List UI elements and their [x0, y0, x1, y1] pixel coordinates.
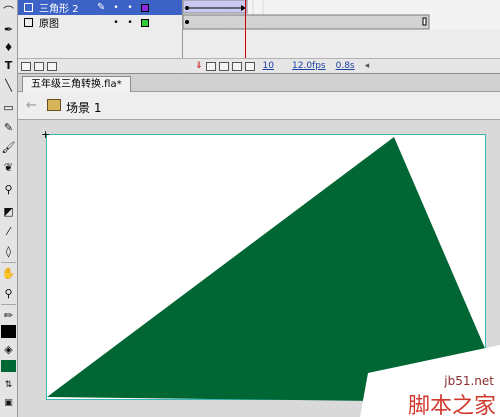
back-arrow-icon[interactable]: ←: [26, 98, 37, 113]
edit-multiple-icon[interactable]: [231, 61, 242, 71]
stroke-color-swatch[interactable]: [1, 325, 16, 338]
pen-add-icon[interactable]: ♦: [1, 40, 16, 55]
delete-layer-icon[interactable]: [47, 61, 57, 71]
paint-bucket-icon[interactable]: ◩: [1, 204, 16, 219]
new-layer-icon[interactable]: [21, 61, 31, 71]
onion-outline-icon[interactable]: [218, 61, 229, 71]
registration-crosshair-icon: +: [41, 128, 51, 141]
document-tab-bar: 五年级三角转换.fla*: [18, 74, 500, 92]
visibility-dot[interactable]: •: [109, 18, 123, 28]
fill-color-swatch[interactable]: [1, 360, 16, 372]
watermark: jb51.net 脚本之家: [350, 352, 500, 417]
layer-color-swatch[interactable]: [141, 3, 149, 12]
layer-name[interactable]: 原图: [39, 15, 97, 30]
rectangle-tool-icon[interactable]: ▭: [1, 100, 16, 115]
visibility-dot[interactable]: •: [109, 3, 123, 13]
layer-icon: [24, 3, 33, 12]
frame-rate[interactable]: 12.0fps: [292, 61, 326, 71]
layer-row-triangle2[interactable]: 三角形 2 ✎ • •: [18, 0, 182, 15]
line-tool-icon[interactable]: ╲: [1, 78, 16, 93]
watermark-url: jb51.net: [444, 374, 494, 388]
playhead[interactable]: [245, 0, 246, 60]
tools-panel: ⌒ ✒ ♦ T ╲ ▭ ✎ 🖌 ❦ ⚲ ◩ ⁄ ◊ ✋ ⚲ ✏ ◈ ⇅ ▣: [0, 0, 18, 417]
stroke-color-icon[interactable]: ✏: [1, 308, 16, 323]
scroll-left-icon[interactable]: ◂: [365, 61, 370, 71]
text-tool-icon[interactable]: T: [1, 58, 16, 73]
timeline-footer: ⇓ 10 12.0fps 0.8s ◂: [18, 58, 500, 73]
new-folder-icon[interactable]: [34, 61, 44, 71]
pen-tool-icon[interactable]: ✒: [1, 22, 16, 37]
watermark-text: 脚本之家: [407, 394, 496, 417]
lock-dot[interactable]: •: [123, 18, 137, 28]
document-tab[interactable]: 五年级三角转换.fla*: [22, 76, 131, 92]
pencil-tool-icon[interactable]: ✎: [1, 120, 16, 135]
pencil-icon: ✎: [97, 2, 106, 13]
eraser-icon[interactable]: ◊: [1, 244, 16, 259]
onion-markers-icon[interactable]: [244, 61, 255, 71]
layer-icon: [24, 18, 33, 27]
scene-label: 场景 1: [66, 101, 102, 115]
onion-skin-icon[interactable]: [205, 61, 216, 71]
zoom-tool-icon[interactable]: ⚲: [1, 286, 16, 301]
bone-tool-icon[interactable]: ⚲: [1, 182, 16, 197]
frame-tracks[interactable]: [183, 0, 500, 30]
layer-row-original[interactable]: 原图 • •: [18, 15, 182, 30]
brush-tool-icon[interactable]: 🖌: [1, 140, 16, 155]
layer-color-swatch[interactable]: [141, 18, 149, 27]
elapsed-time: 0.8s: [335, 61, 355, 71]
center-frame-icon[interactable]: ⇓: [195, 61, 203, 71]
toolbar-divider: [1, 304, 16, 305]
lasso-icon[interactable]: ⌒: [1, 4, 16, 19]
lock-dot[interactable]: •: [123, 3, 137, 13]
swap-colors-icon[interactable]: ⇅: [1, 378, 16, 393]
timeline-panel: 三角形 2 ✎ • • 原图 • • ⇓ 10 12.0fps 0.8s ◂: [18, 0, 500, 74]
eyedropper-icon[interactable]: ⁄: [1, 224, 16, 239]
fill-color-icon[interactable]: ◈: [1, 342, 16, 357]
hand-tool-icon[interactable]: ✋: [1, 266, 16, 281]
scene-bar: ← 场景 1: [18, 92, 500, 120]
default-colors-icon[interactable]: ▣: [1, 396, 16, 411]
scene-icon: [47, 99, 61, 111]
current-frame[interactable]: 10: [263, 61, 274, 71]
layer-name[interactable]: 三角形 2: [39, 0, 97, 15]
toolbar-divider: [1, 262, 16, 263]
deco-tool-icon[interactable]: ❦: [1, 160, 16, 175]
